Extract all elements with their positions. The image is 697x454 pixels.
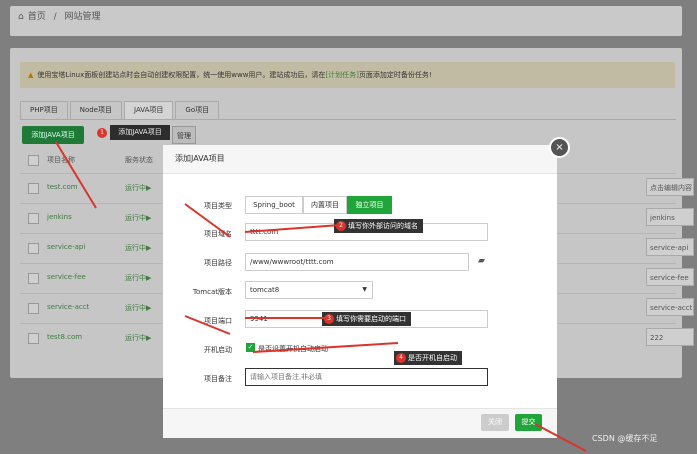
arrow-line — [55, 141, 97, 209]
watermark: CSDN @缓存不足 — [592, 434, 658, 443]
arrow-line — [534, 423, 587, 452]
arrow-line — [184, 203, 231, 238]
arrow-line — [184, 315, 231, 335]
arrow-line — [244, 224, 341, 233]
annotation-arrows — [55, 141, 587, 452]
arrow-line — [252, 342, 399, 353]
